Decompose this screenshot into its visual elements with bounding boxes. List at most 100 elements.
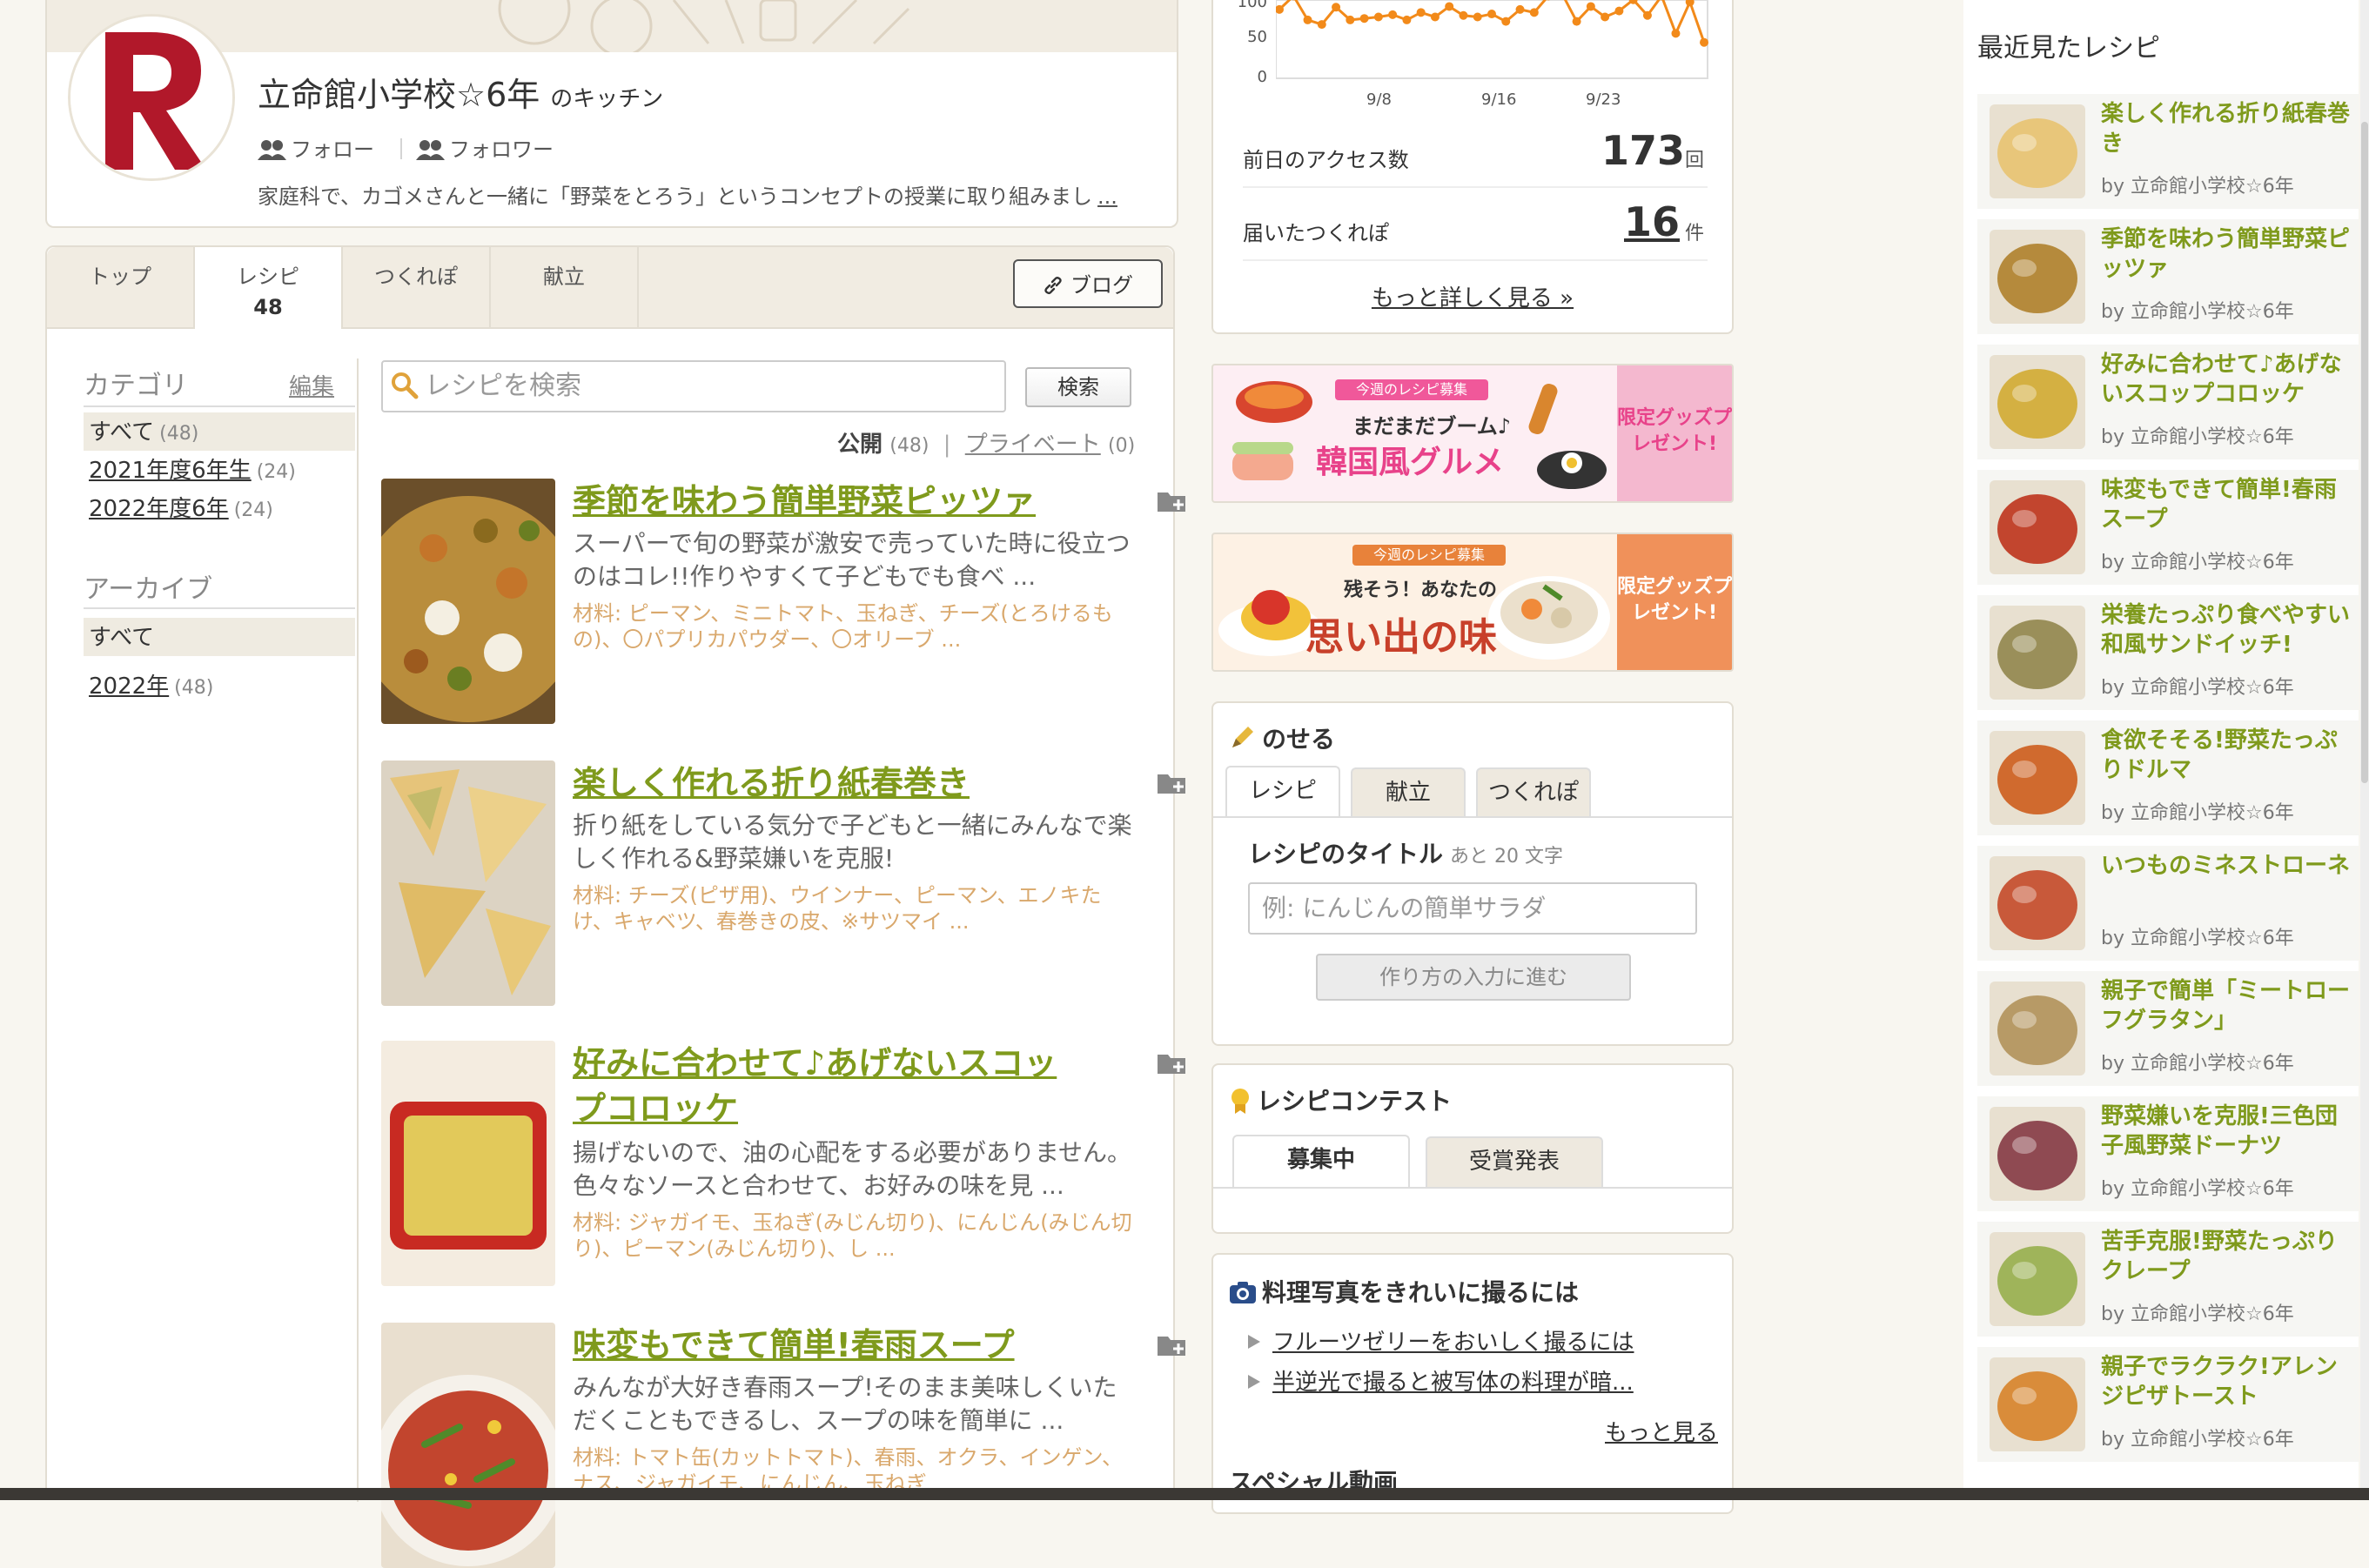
recipe-contest-banner-korean[interactable]: 今週のレシピ募集 まだまだブーム♪ 韓国風グルメ 限定グッズプレゼント! [1211, 364, 1734, 503]
category-label: 2022年度6年 [89, 496, 229, 522]
recipe-contest-banner-memory[interactable]: 今週のレシピ募集 残そう！あなたの 思い出の味 限定グッズプレゼント! [1211, 533, 1734, 672]
category-item-2021[interactable]: 2021年度6年生(24) [84, 451, 355, 489]
search-button[interactable]: 検索 [1025, 367, 1131, 407]
archive-item-2022[interactable]: 2022年(48) [84, 667, 355, 705]
folder-add-icon[interactable] [1156, 1049, 1187, 1075]
recipe-thumbnail[interactable] [1990, 230, 2085, 324]
recently-viewed-item-title[interactable]: 親子でラクラク!アレンジピザトースト [2101, 1352, 2359, 1411]
recipe-thumbnail[interactable] [1990, 856, 2085, 950]
recently-viewed-item[interactable]: 親子で簡単「ミートローフグラタン」by 立命館小学校☆6年 [1977, 971, 2359, 1093]
recipe-title-input[interactable]: 例: にんじんの簡単サラダ [1248, 882, 1697, 935]
recently-viewed-item-title[interactable]: 栄養たっぷり食べやすい和風サンドイッチ! [2101, 600, 2359, 660]
recipe-thumbnail[interactable] [1990, 606, 2085, 700]
recipe-thumbnail[interactable] [1990, 731, 2085, 825]
recipe-search-input[interactable]: レシピを検索 [381, 360, 1006, 412]
blog-button-label: ブログ [1070, 273, 1133, 298]
recipe-title-label-text: レシピのタイトル [1248, 840, 1443, 868]
recipe-thumbnail[interactable] [381, 479, 555, 724]
recipe-thumbnail[interactable] [1990, 104, 2085, 198]
public-filter[interactable]: 公開 [837, 432, 883, 458]
category-item-2022[interactable]: 2022年度6年(24) [84, 489, 355, 527]
follower-label: フォロワー [449, 137, 554, 162]
recently-viewed-item[interactable]: いつものミネストローネby 立命館小学校☆6年 [1977, 846, 2359, 968]
recently-viewed-item[interactable]: 苦手克服!野菜たっぷりクレープby 立命館小学校☆6年 [1977, 1222, 2359, 1344]
folder-add-icon[interactable] [1156, 1331, 1187, 1357]
access-data-point [1304, 16, 1312, 24]
private-count: (0) [1108, 435, 1135, 457]
recipe-title-link[interactable]: 好みに合わせて♪あげないスコップコロッケ [573, 1041, 1077, 1131]
tab-recipes[interactable]: レシピ48 [195, 247, 343, 329]
divider [1213, 1187, 1732, 1189]
recently-viewed-item[interactable]: 野菜嫌いを克服!三色団子風野菜ドーナツby 立命館小学校☆6年 [1977, 1096, 2359, 1218]
recently-viewed-item-title[interactable]: 味変もできて簡単!春雨スープ [2101, 475, 2359, 534]
archive-item-all[interactable]: すべて [84, 618, 355, 656]
recently-viewed-item-title[interactable]: 苦手克服!野菜たっぷりクレープ [2101, 1227, 2359, 1286]
recipe-thumbnail[interactable] [381, 1323, 555, 1568]
recently-viewed-item-title[interactable]: 好みに合わせて♪あげないスコップコロッケ [2101, 350, 2359, 409]
private-filter[interactable]: プライベート [965, 432, 1101, 458]
contest-tab-open[interactable]: 募集中 [1232, 1135, 1410, 1187]
recently-viewed-item-title[interactable]: 親子で簡単「ミートローフグラタン」 [2101, 976, 2359, 1035]
photo-tip-item[interactable]: フルーツゼリーをおいしく撮るには [1248, 1324, 1634, 1357]
recently-viewed-item-title[interactable]: 食欲そそる!野菜たっぷりドルマ [2101, 726, 2359, 785]
recipe-thumbnail[interactable] [1990, 982, 2085, 1075]
follow-link[interactable]: フォロー [258, 132, 374, 163]
tsukurepo-count-unit: 件 [1685, 218, 1704, 245]
kitchen-name-text: 立命館小学校☆6年 [258, 76, 540, 114]
post-tab-tsukurepo[interactable]: つくれぽ [1476, 767, 1591, 818]
tab-top[interactable]: トップ [47, 247, 195, 327]
access-data-point [1671, 29, 1680, 37]
follower-link[interactable]: フォロワー [416, 132, 554, 163]
tab-menu[interactable]: 献立 [491, 247, 639, 327]
more-details-link[interactable]: もっと詳しく見る » [1213, 280, 1732, 312]
photo-tip-item[interactable]: 半逆光で撮ると被写体の料理が暗... [1248, 1364, 1634, 1397]
follow-separator: ｜ [391, 132, 412, 163]
recently-viewed-item[interactable]: 味変もできて簡単!春雨スープby 立命館小学校☆6年 [1977, 470, 2359, 592]
recipe-title-link[interactable]: 味変もできて簡単!春雨スープ [573, 1323, 1077, 1368]
recipe-thumbnail[interactable] [1990, 480, 2085, 574]
sidebar-divider [357, 358, 359, 1502]
category-edit-link[interactable]: 編集 [289, 369, 334, 401]
tab-recipes-count: 48 [195, 295, 341, 319]
blog-button[interactable]: ブログ [1013, 259, 1163, 308]
recipe-thumbnail[interactable] [381, 761, 555, 1006]
archive-label: すべて [89, 625, 154, 651]
folder-add-icon[interactable] [1156, 769, 1187, 795]
recipe-thumbnail[interactable] [1990, 355, 2085, 449]
recently-viewed-item[interactable]: 栄養たっぷり食べやすい和風サンドイッチ!by 立命館小学校☆6年 [1977, 595, 2359, 717]
access-data-point [1431, 12, 1440, 21]
banner-present-label: 限定グッズプレゼント! [1617, 365, 1732, 501]
tsukurepo-count-value[interactable]: 16 [1624, 198, 1680, 245]
proceed-to-steps-button[interactable]: 作り方の入力に進む [1316, 954, 1631, 1001]
recipe-thumbnail[interactable] [1990, 1232, 2085, 1326]
post-tab-menu[interactable]: 献立 [1351, 767, 1466, 818]
tab-tsukurepo[interactable]: つくれぽ [343, 247, 491, 327]
recently-viewed-item[interactable]: 楽しく作れる折り紙春巻きby 立命館小学校☆6年 [1977, 94, 2359, 216]
recently-viewed-item[interactable]: 親子でラクラク!アレンジピザトーストby 立命館小学校☆6年 [1977, 1347, 2359, 1469]
category-label: 2021年度6年生 [89, 458, 252, 484]
access-data-point [1587, 2, 1595, 10]
recently-viewed-item[interactable]: 季節を味わう簡単野菜ピッツァby 立命館小学校☆6年 [1977, 219, 2359, 341]
contest-tab-winners[interactable]: 受賞発表 [1426, 1136, 1603, 1187]
recently-viewed-item-title[interactable]: 季節を味わう簡単野菜ピッツァ [2101, 224, 2359, 284]
profile-description-more-link[interactable]: ... [1097, 184, 1117, 209]
scrollbar-thumb[interactable] [2361, 122, 2368, 783]
recipe-thumbnail[interactable] [381, 1041, 555, 1286]
access-data-point [1501, 17, 1510, 26]
recently-viewed-item[interactable]: 好みに合わせて♪あげないスコップコロッケby 立命館小学校☆6年 [1977, 345, 2359, 466]
recently-viewed-item-title[interactable]: 楽しく作れる折り紙春巻き [2101, 99, 2359, 158]
post-tab-recipe[interactable]: レシピ [1225, 766, 1340, 818]
recently-viewed-item[interactable]: 食欲そそる!野菜たっぷりドルマby 立命館小学校☆6年 [1977, 720, 2359, 842]
category-item-all[interactable]: すべて(48) [84, 412, 355, 451]
yesterday-access-unit: 回 [1685, 144, 1704, 172]
recently-viewed-item-title[interactable]: いつものミネストローネ [2101, 851, 2359, 881]
folder-add-icon[interactable] [1156, 487, 1187, 513]
recipe-title-link[interactable]: 季節を味わう簡単野菜ピッツァ [573, 479, 1077, 524]
recipe-thumbnail[interactable] [1990, 1357, 2085, 1451]
access-data-point [1473, 12, 1482, 21]
recipe-title-link[interactable]: 楽しく作れる折り紙春巻き [573, 761, 1077, 806]
recipe-thumbnail[interactable] [1990, 1107, 2085, 1201]
avatar[interactable] [68, 14, 235, 181]
photo-more-link[interactable]: もっと見る [1605, 1415, 1718, 1447]
recently-viewed-item-title[interactable]: 野菜嫌いを克服!三色団子風野菜ドーナツ [2101, 1102, 2359, 1161]
